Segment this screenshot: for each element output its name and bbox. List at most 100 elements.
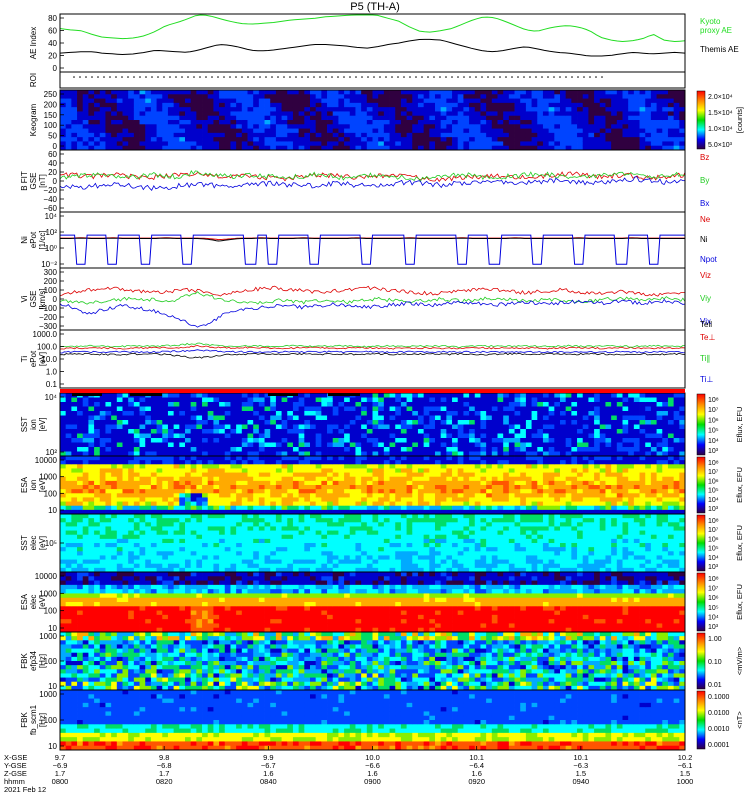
spectrogram-cell [440, 124, 447, 129]
spectrogram-cell [469, 424, 476, 430]
spectrogram-cell [355, 497, 362, 502]
spectrogram-cell [65, 102, 72, 108]
spectrogram-cell [395, 420, 402, 425]
spectrogram-cell [503, 406, 510, 412]
spectrogram-cell [480, 442, 487, 448]
spectrogram-cell [457, 397, 464, 403]
spectrogram-cell [196, 111, 203, 117]
spectrogram-cell [457, 420, 464, 425]
spectrogram-cell [417, 460, 425, 465]
spectrogram-cell [417, 124, 425, 129]
spectrogram-cell [435, 485, 442, 490]
spectrogram-cell [310, 497, 317, 502]
spectrogram-cell [366, 402, 373, 407]
spectrogram-cell [417, 90, 425, 95]
spectrogram-cell [474, 433, 481, 439]
spectrogram-cell [338, 493, 345, 498]
spectrogram-cell [378, 505, 385, 511]
spectrogram-cell [202, 468, 209, 473]
spectrogram-cell [542, 120, 550, 125]
spectrogram-cell [88, 472, 95, 478]
spectrogram-cell [662, 98, 669, 104]
spectrogram-cell [71, 493, 78, 498]
spectrogram-cell [179, 420, 186, 425]
spectrogram-cell [304, 137, 311, 142]
spectrogram-cell [190, 415, 197, 421]
spectrogram-cell [65, 406, 72, 412]
spectrogram-cell [196, 141, 203, 147]
spectrogram-cell [480, 402, 487, 407]
spectrogram-cell [173, 433, 180, 439]
spectrogram-cell [423, 460, 430, 465]
spectrogram-cell [673, 141, 680, 147]
roi-dot [271, 76, 273, 78]
spectrogram-cell [412, 111, 419, 117]
spectrogram-cell [639, 485, 646, 490]
spectrogram-cell [486, 442, 493, 448]
spectrogram-cell [423, 397, 430, 403]
spectrogram-cell [366, 485, 373, 490]
spectrogram-cell [378, 424, 385, 430]
spectrogram-cell [60, 485, 67, 490]
spectrogram-cell [77, 132, 84, 138]
spectrogram-cell [298, 406, 305, 412]
spectrogram-cell [378, 460, 385, 465]
spectrogram-cell [446, 111, 453, 117]
spectrogram-cell [253, 415, 260, 421]
spectrogram-cell [537, 464, 544, 469]
colorbar-tick: 1.5×10⁴ [708, 110, 733, 117]
spectrogram-cell [548, 456, 555, 461]
spectrogram-cell [616, 402, 623, 407]
ytick-label: 1000 [39, 473, 57, 482]
spectrogram-cell [469, 472, 476, 478]
spectrogram-cell [508, 489, 515, 494]
spectrogram-cell [150, 456, 157, 461]
spectrogram-cell [247, 132, 254, 138]
spectrogram-cell [327, 485, 334, 490]
spectrogram-cell [673, 497, 680, 502]
spectrogram-cell [383, 102, 390, 108]
spectrogram-cell [241, 493, 248, 498]
spectrogram-cell [486, 124, 493, 129]
spectrogram-cell [133, 107, 140, 112]
spectrogram-cell [321, 107, 328, 112]
spectrogram-cell [599, 429, 606, 434]
spectrogram-cell [542, 447, 550, 452]
spectrogram-cell [480, 424, 487, 430]
roi-dot [121, 76, 123, 78]
spectrogram-cell [128, 107, 135, 112]
spectrogram-cell [406, 94, 413, 99]
spectrogram-cell [633, 501, 640, 507]
spectrogram-cell [429, 501, 436, 507]
spectrogram-cell [71, 547, 78, 552]
spectrogram-cell [639, 415, 646, 421]
spectrogram-cell [60, 442, 67, 448]
spectrogram-cell [611, 501, 618, 507]
spectrogram-cell [298, 493, 305, 498]
spectrogram-cell [82, 501, 89, 507]
spectrogram-cell [429, 107, 436, 112]
spectrogram-cell [361, 107, 368, 112]
spectrogram-cell [525, 429, 532, 434]
spectrogram-cell [662, 420, 669, 425]
spectrogram-cell [611, 433, 618, 439]
spectrogram-cell [247, 480, 254, 486]
spectrogram-cell [219, 464, 226, 469]
spectrogram-cell [554, 115, 561, 121]
spectrogram-cell [667, 489, 675, 494]
spectrogram-cell [639, 137, 646, 142]
spectrogram-cell [327, 397, 334, 403]
spectrogram-cell [71, 464, 78, 469]
spectrogram-cell [185, 132, 192, 138]
spectrogram-cell [258, 115, 265, 121]
spectrogram-cell [628, 141, 635, 147]
spectrogram-cell [440, 128, 447, 134]
spectrogram-cell [94, 480, 101, 486]
spectrogram-cell [542, 111, 550, 117]
spectrogram-cell [582, 128, 589, 134]
spectrogram-cell [111, 90, 118, 95]
ylabel-roi: ROI [29, 73, 38, 87]
spectrogram-cell [656, 90, 663, 95]
spectrogram-cell [554, 132, 561, 138]
spectrogram-cell [298, 420, 305, 425]
